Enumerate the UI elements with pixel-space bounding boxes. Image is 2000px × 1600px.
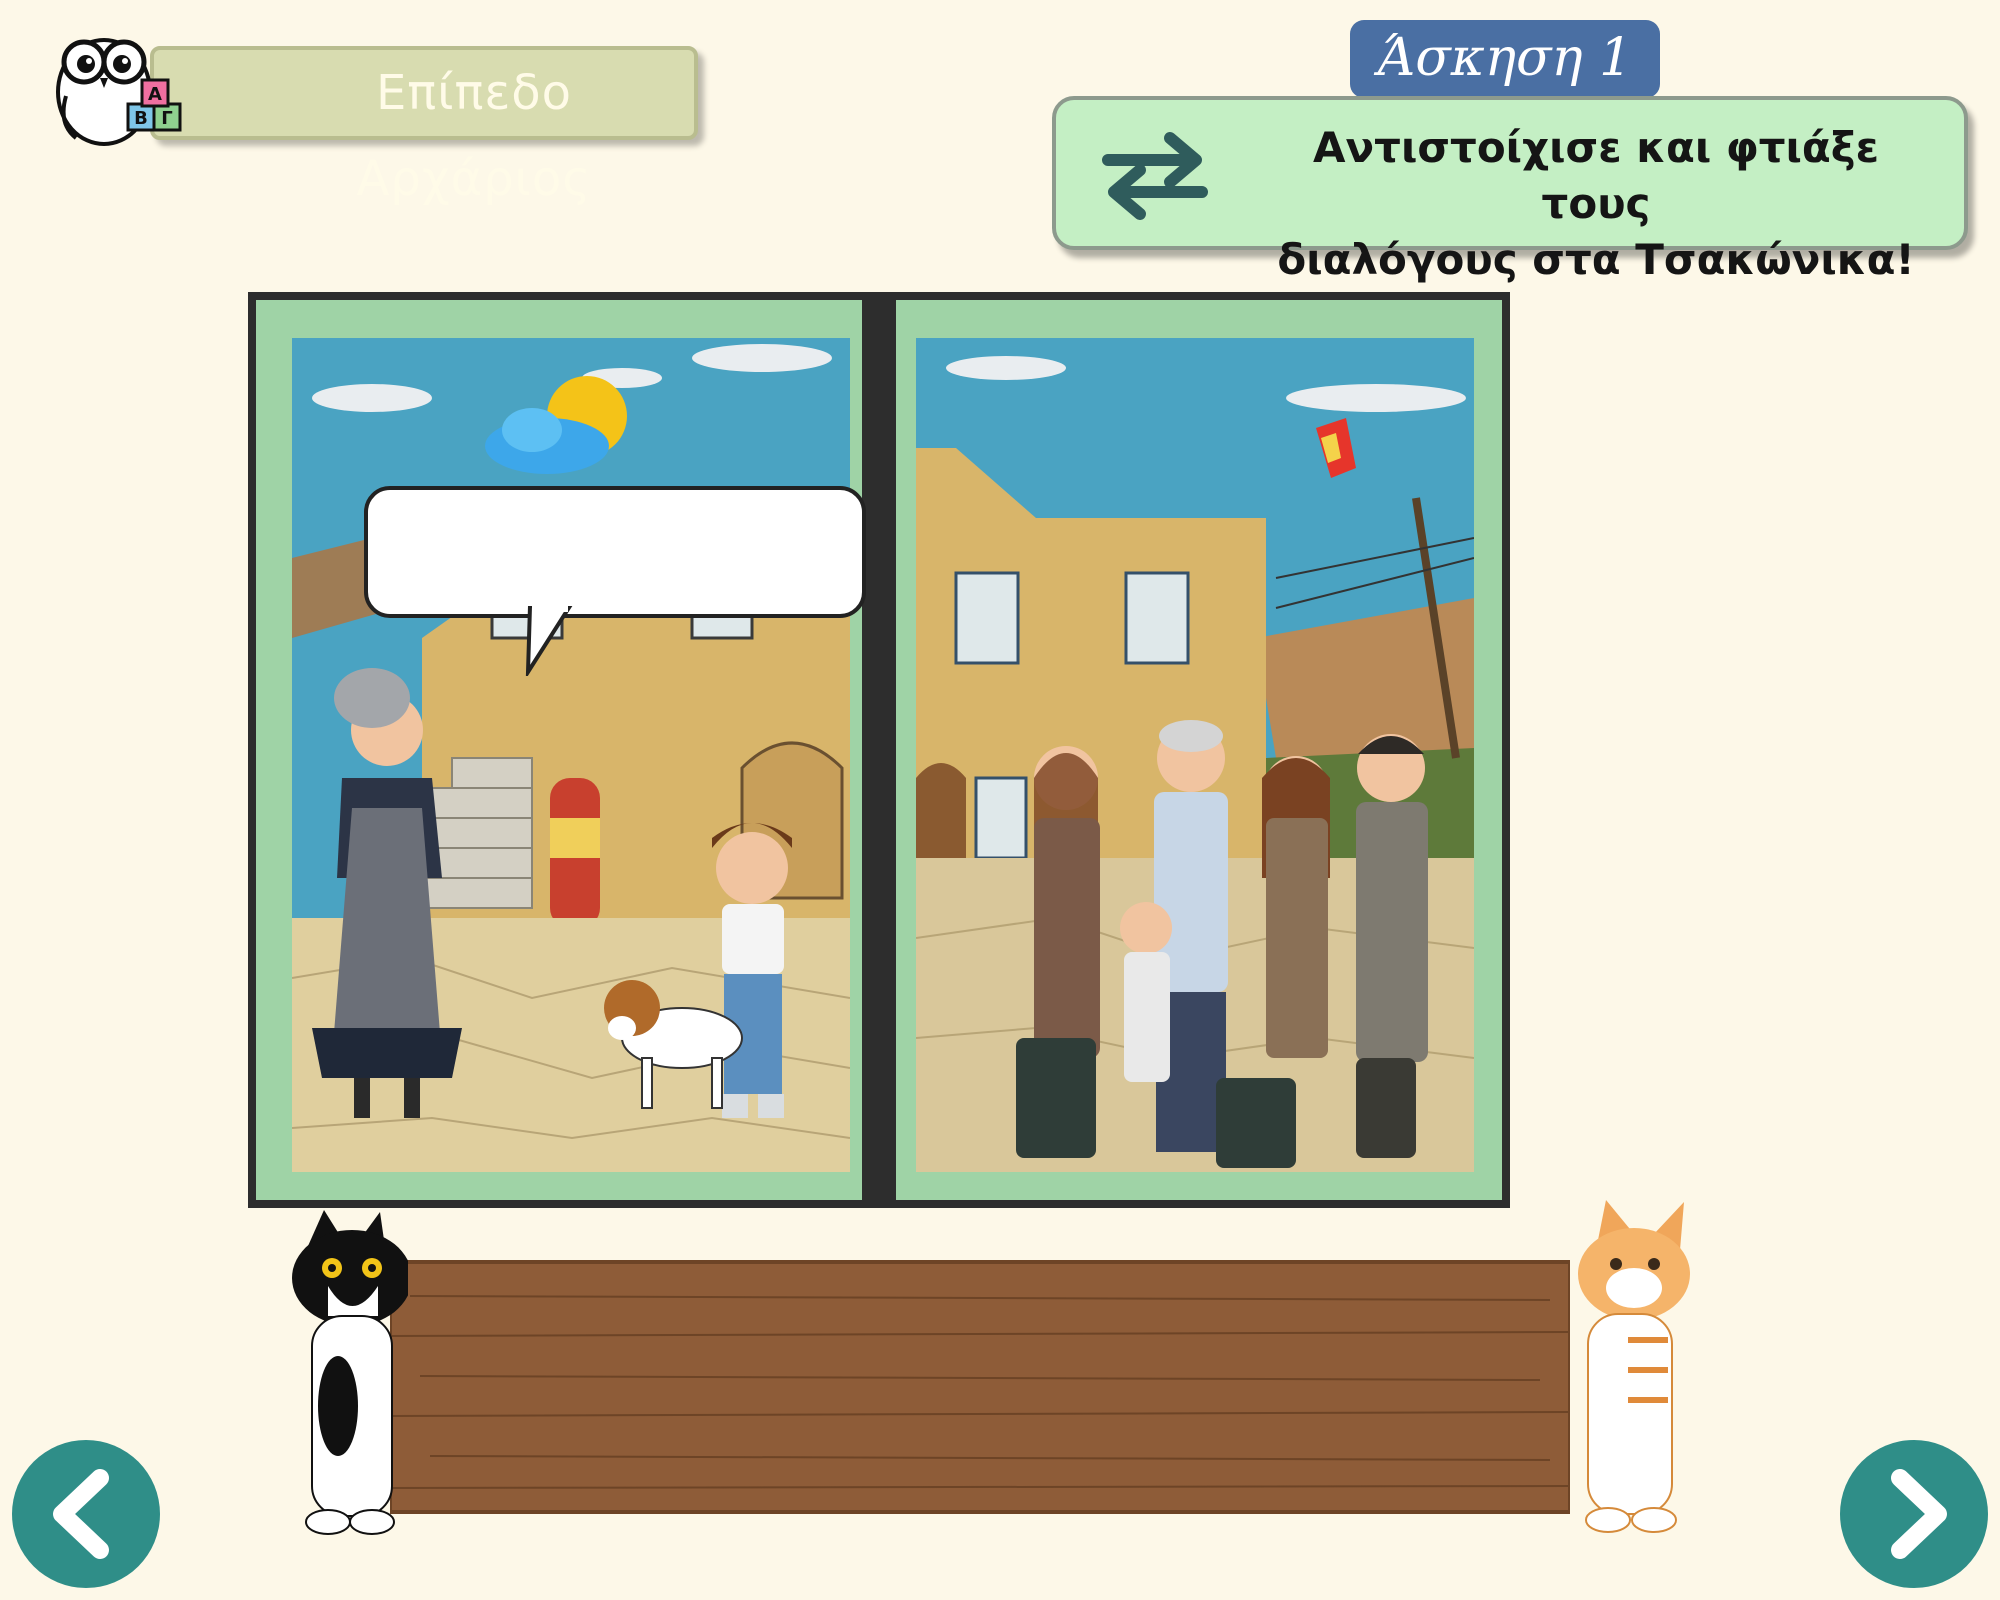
swap-arrows-icon bbox=[1102, 132, 1208, 220]
speech-bubble-text bbox=[368, 490, 862, 530]
next-button[interactable] bbox=[1840, 1440, 1988, 1588]
previous-button[interactable] bbox=[12, 1440, 160, 1588]
instruction-line-1: Αντιστοίχισε και φτιάξε τους bbox=[1313, 123, 1879, 228]
speech-bubble-tail bbox=[525, 606, 573, 676]
black-white-cat-icon bbox=[292, 1210, 408, 1535]
family-arrival-illustration bbox=[916, 338, 1474, 1172]
instruction-box: Αντιστοίχισε και φτιάξε τους διαλόγους σ… bbox=[1052, 96, 1968, 284]
exercise-title: Άσκηση 1 bbox=[1350, 20, 1660, 98]
panel-family-scene bbox=[896, 300, 1502, 1200]
speech-bubble[interactable] bbox=[364, 486, 866, 618]
owl-mascot-icon: Α Β Γ bbox=[56, 38, 182, 146]
owl-block-gamma: Γ bbox=[161, 108, 172, 129]
level-label: Επίπεδο Αρχάριος bbox=[356, 65, 592, 207]
panel-grandmother-scene bbox=[256, 300, 866, 1200]
level-badge: Επίπεδο Αρχάριος bbox=[150, 46, 698, 207]
owl-block-alpha: Α bbox=[148, 84, 162, 105]
chevron-right-icon bbox=[1891, 1469, 1947, 1559]
owl-block-beta: Β bbox=[134, 108, 148, 129]
answer-board[interactable] bbox=[390, 1256, 1570, 1518]
village-scene-illustration bbox=[292, 338, 850, 1172]
chevron-left-icon bbox=[53, 1469, 109, 1559]
instruction-text: Αντιστοίχισε και φτιάξε τους διαλόγους σ… bbox=[1256, 120, 1936, 288]
orange-cat-icon bbox=[1578, 1200, 1690, 1533]
comic-panels bbox=[248, 292, 1510, 1208]
boy-figure bbox=[712, 823, 792, 1118]
instruction-line-2: διαλόγους στα Τσακώνικα! bbox=[1277, 235, 1915, 284]
